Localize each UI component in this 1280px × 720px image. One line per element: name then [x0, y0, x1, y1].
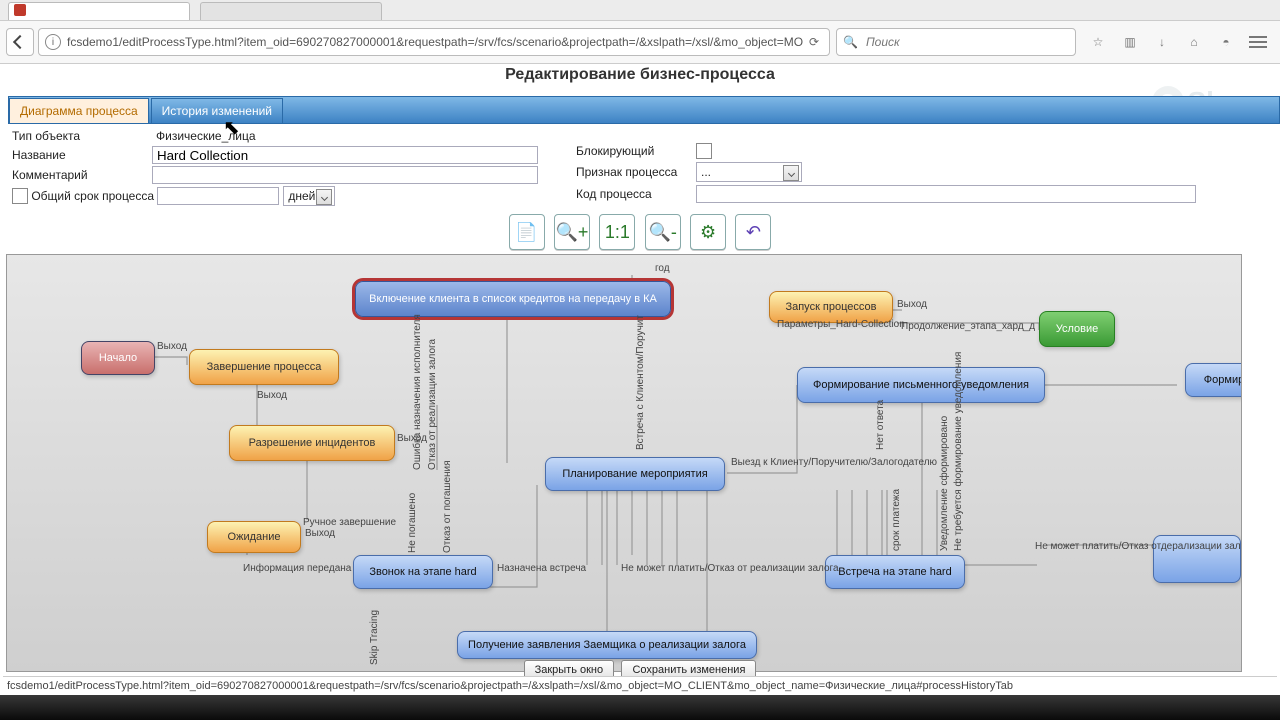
node-plan[interactable]: Планирование мероприятия — [545, 457, 725, 491]
search-box[interactable]: 🔍 — [836, 28, 1076, 56]
search-icon: 🔍 — [843, 35, 858, 49]
search-input[interactable] — [864, 34, 1069, 50]
code-label: Код процесса — [576, 187, 696, 201]
inner-tabs: Диаграмма процесса История изменений — [8, 96, 1280, 124]
upload-icon[interactable]: 📄 — [509, 214, 545, 250]
undo-icon[interactable]: ↶ — [735, 214, 771, 250]
node-meeting-hard[interactable]: Встреча на этапе hard — [825, 555, 965, 589]
zoom-in-icon[interactable]: 🔍+ — [554, 214, 590, 250]
unit-select[interactable]: дней — [283, 186, 335, 206]
downloads-icon[interactable]: ↓ — [1152, 32, 1172, 52]
name-label: Название — [12, 148, 152, 162]
home-icon[interactable]: ⌂ — [1184, 32, 1204, 52]
label-otkr: Отказ от реализации залога — [427, 339, 438, 470]
node-recv[interactable]: Получение заявления Заемщика о реализаци… — [457, 631, 757, 659]
label-prodolz: Продолжение_этапа_хард_д — [901, 321, 1035, 332]
bookmark-star-icon[interactable]: ☆ — [1088, 32, 1108, 52]
page-title: Редактирование бизнес-процесса — [0, 66, 1280, 84]
total-checkbox[interactable] — [12, 188, 28, 204]
label-nepog: Не погашено — [407, 493, 418, 553]
url-text: fcsdemo1/editProcessType.html?item_oid=6… — [67, 35, 805, 49]
type-label: Тип объекта — [12, 129, 152, 143]
node-wait[interactable]: Ожидание — [207, 521, 301, 553]
flag-value: ... — [701, 165, 711, 179]
comment-label: Комментарий — [12, 168, 152, 182]
label-oshibka: Ошибка назначения исполнителя — [412, 314, 423, 470]
node-condition[interactable]: Условие — [1039, 311, 1115, 347]
label-otkazpog: Отказ от погашения — [442, 460, 453, 553]
browser-tab-strip — [0, 0, 1280, 21]
pocket-icon[interactable]: ◓ — [1216, 32, 1236, 52]
label-hardtop: Не может платить/Отказ отдерализации зал… — [1035, 541, 1242, 552]
settings-icon[interactable]: ⚙ — [690, 214, 726, 250]
site-info-icon[interactable]: i — [45, 34, 61, 50]
label-former: Уведомление сформировано — [939, 416, 950, 551]
total-input[interactable] — [157, 187, 279, 205]
blocking-checkbox[interactable] — [696, 143, 712, 159]
library-icon[interactable]: ▥ — [1120, 32, 1140, 52]
tab-history[interactable]: История изменений — [151, 98, 283, 123]
label-ruchnoe: Ручное завершение — [303, 517, 396, 528]
unit-value: дней — [288, 189, 315, 203]
back-button[interactable] — [6, 28, 34, 56]
label-skip: Skip Tracing — [369, 610, 380, 665]
label-vstrecha: Встреча с Клиентом/Поручит — [635, 315, 646, 450]
label-srok: срок платежа — [891, 489, 902, 551]
total-label: Общий срок процесса — [31, 189, 157, 203]
label-nemozhet1: Не может платить/Отказ от реализации зал… — [621, 563, 839, 574]
browser-tab-active[interactable] — [8, 2, 190, 20]
node-formir2[interactable]: Формир — [1185, 363, 1242, 397]
diagram-canvas[interactable]: Включение клиента в список кредитов на п… — [6, 254, 1242, 672]
label-god: год — [655, 263, 670, 274]
node-start[interactable]: Начало — [81, 341, 155, 375]
status-bar: fcsdemo1/editProcessType.html?item_oid=6… — [3, 676, 1277, 695]
blocking-label: Блокирующий — [576, 144, 696, 158]
os-taskbar[interactable] — [0, 695, 1280, 720]
comment-input[interactable] — [152, 166, 538, 184]
node-call-hard[interactable]: Звонок на этапе hard — [353, 555, 493, 589]
type-value: Физические_лица — [152, 128, 260, 144]
label-vyezd: Выезд к Клиенту/Поручителю/Залогодателю — [731, 457, 937, 468]
node-complete[interactable]: Завершение процесса — [189, 349, 339, 385]
arrow-left-icon — [13, 35, 27, 49]
browser-toolbar: i fcsdemo1/editProcessType.html?item_oid… — [0, 20, 1280, 64]
label-netotv: Нет ответа — [875, 400, 886, 450]
browser-tab-inactive[interactable] — [200, 2, 382, 20]
label-vyhod1: Выход — [157, 341, 187, 352]
name-input[interactable] — [152, 146, 538, 164]
node-incidents[interactable]: Разрешение инцидентов — [229, 425, 395, 461]
reload-icon[interactable]: ⟳ — [809, 35, 819, 49]
form-panel: Тип объекта Физические_лица Название Ком… — [12, 126, 1268, 208]
address-bar[interactable]: i fcsdemo1/editProcessType.html?item_oid… — [38, 28, 830, 56]
label-naznach: Назначена встреча — [497, 563, 586, 574]
zoom-fit-icon[interactable]: 1:1 — [599, 214, 635, 250]
label-params: Параметры_Hard-Collection — [777, 319, 905, 330]
favicon — [14, 4, 26, 16]
zoom-out-icon[interactable]: 🔍- — [645, 214, 681, 250]
tab-diagram[interactable]: Диаграмма процесса — [9, 98, 149, 123]
diagram-toolbar: 📄 🔍+ 1:1 🔍- ⚙ ↶ — [0, 214, 1280, 250]
flag-label: Признак процесса — [576, 165, 696, 179]
label-vyhod4: Выход — [305, 528, 335, 539]
label-vyhod5: Выход — [257, 390, 287, 401]
label-vyhod2: Выход — [897, 299, 927, 310]
chevron-down-icon — [321, 193, 328, 200]
chevron-down-icon — [787, 169, 794, 176]
code-input[interactable] — [696, 185, 1196, 203]
flag-select[interactable]: ... — [696, 162, 802, 182]
label-info: Информация передана — [243, 563, 351, 574]
node-notify[interactable]: Формирование письменного уведомления — [797, 367, 1045, 403]
menu-icon[interactable] — [1248, 32, 1268, 52]
label-netreb: Не требуется формирование уведомления — [953, 352, 964, 551]
node-include-client[interactable]: Включение клиента в список кредитов на п… — [355, 281, 671, 317]
